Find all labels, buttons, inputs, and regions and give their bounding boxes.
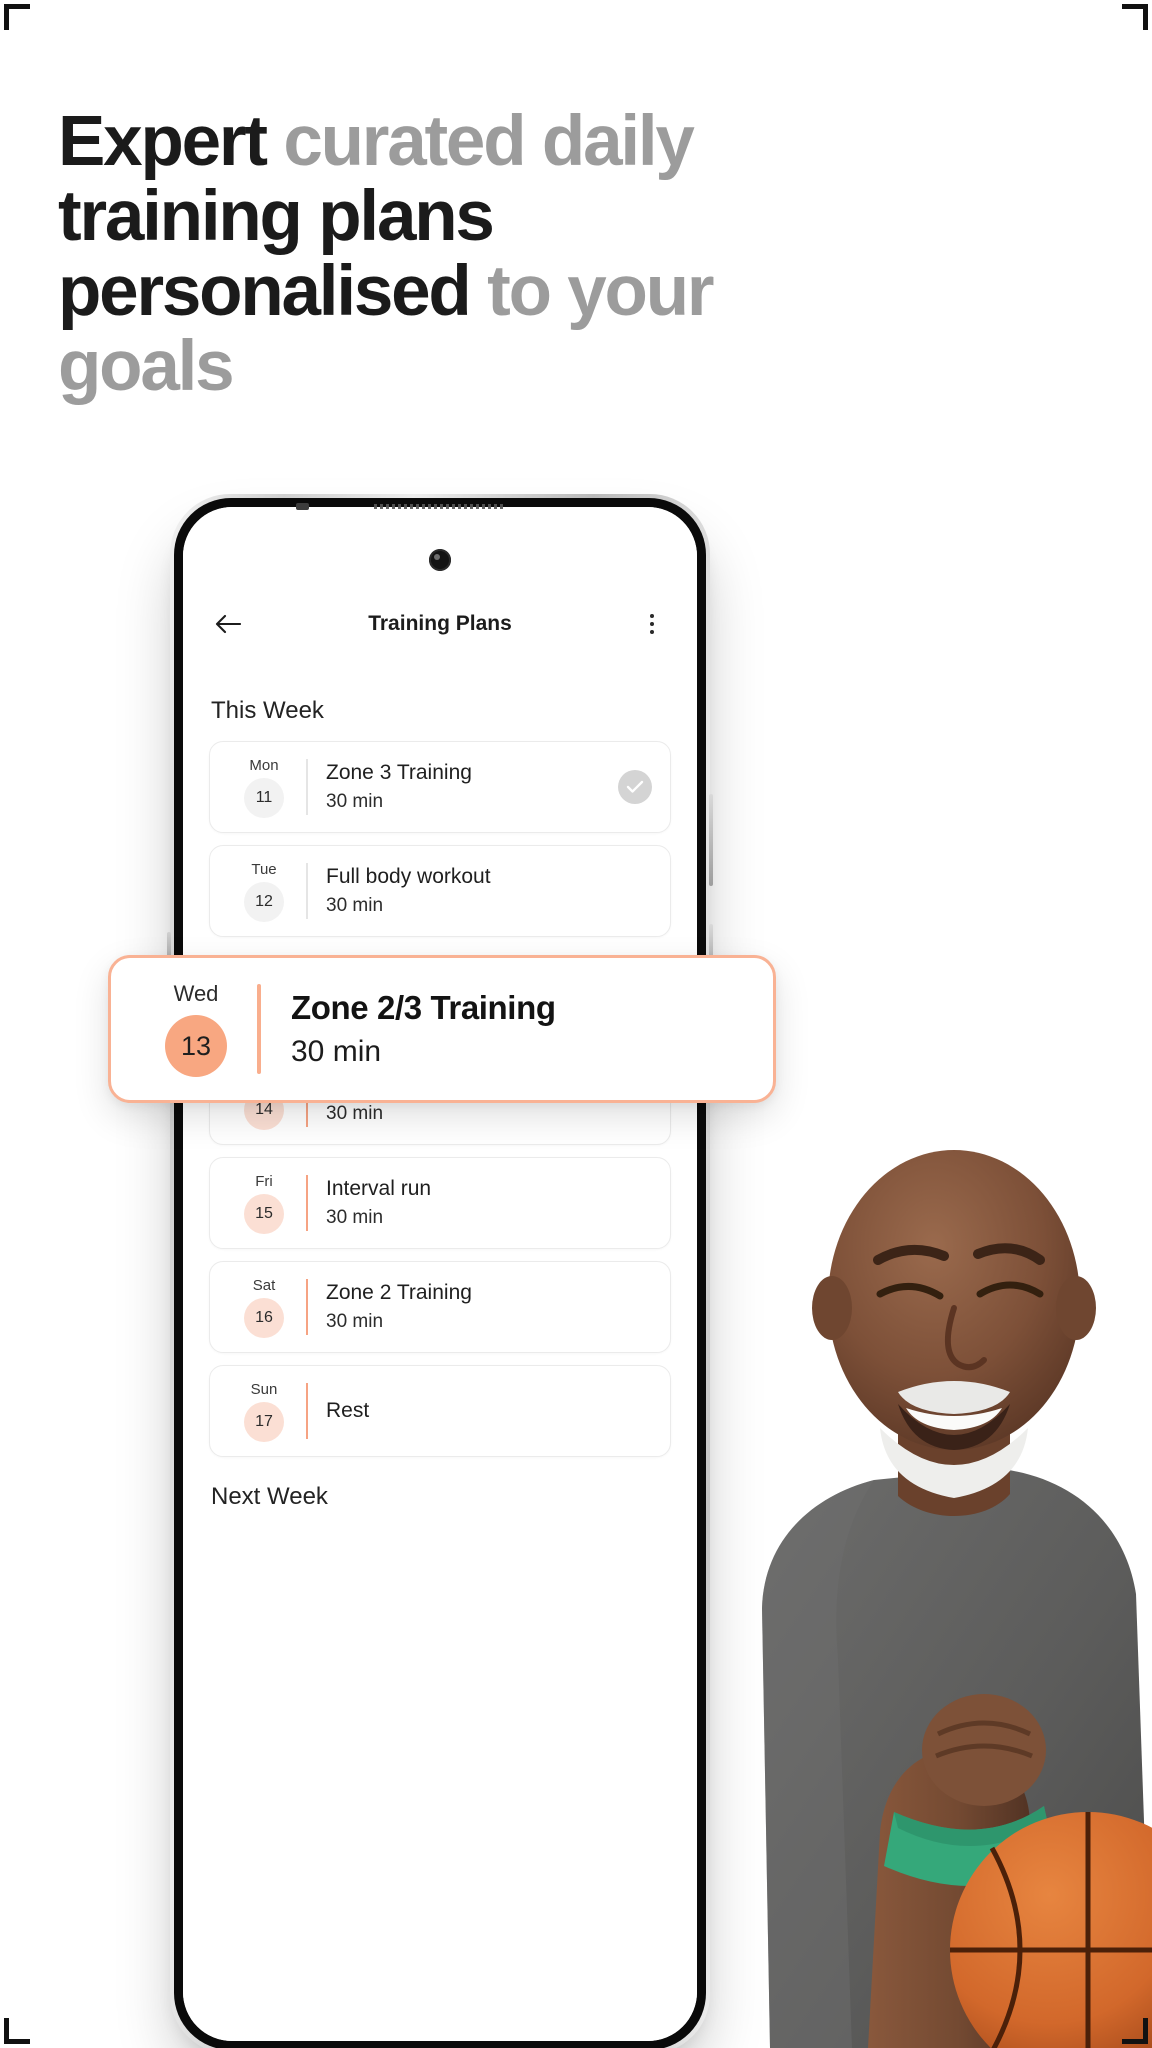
phone-bezel: Training Plans This Week Mon 11 Zone 3 T… [174, 498, 706, 2048]
day-column: Sat 16 [228, 1277, 300, 1338]
headline-part-4: personalised [58, 252, 488, 331]
card-body: Zone 3 Training 30 min [326, 761, 618, 813]
day-number: 16 [244, 1297, 284, 1338]
training-card-sun[interactable]: Sun 17 Rest [209, 1365, 671, 1457]
card-divider [306, 1175, 308, 1231]
app-header: Training Plans [183, 595, 697, 653]
highlight-workout-title: Zone 2/3 Training [291, 989, 556, 1026]
front-camera-icon [429, 549, 451, 571]
training-card-sat[interactable]: Sat 16 Zone 2 Training 30 min [209, 1261, 671, 1353]
day-number: 15 [244, 1193, 284, 1234]
day-column: Sun 17 [228, 1381, 300, 1442]
day-name: Mon [249, 756, 279, 774]
kebab-dot [650, 614, 654, 618]
back-button[interactable] [211, 607, 245, 641]
workout-duration: 30 min [326, 1311, 384, 1332]
workout-title: Zone 2 Training [326, 1281, 472, 1304]
day-number: 11 [244, 777, 284, 818]
card-divider [306, 759, 308, 815]
card-body: Interval run 30 min [326, 1177, 652, 1229]
phone-screen: Training Plans This Week Mon 11 Zone 3 T… [183, 507, 697, 2041]
card-divider [306, 1279, 308, 1335]
card-body: Full body workout 30 min [326, 865, 652, 917]
volume-button[interactable] [709, 794, 713, 886]
card-body: Rest [326, 1399, 652, 1423]
highlight-day-name: Wed [173, 981, 219, 1006]
phone-mockup: Training Plans This Week Mon 11 Zone 3 T… [167, 494, 713, 2048]
headline-part-1: Expert [58, 102, 284, 181]
workout-duration: 30 min [326, 1207, 384, 1228]
kebab-dot [650, 630, 654, 634]
training-card-fri[interactable]: Fri 15 Interval run 30 min [209, 1157, 671, 1249]
day-column: Tue 12 [228, 861, 300, 922]
workout-title: Interval run [326, 1177, 432, 1200]
training-card-tue[interactable]: Tue 12 Full body workout 30 min [209, 845, 671, 937]
promo-screenshot: Expert curated daily training plans pers… [0, 0, 1152, 2048]
workout-duration: 30 min [326, 791, 384, 812]
promo-headline: Expert curated daily training plans pers… [58, 104, 758, 404]
crop-mark-top-right [1122, 4, 1148, 30]
highlight-day-number: 13 [165, 1015, 227, 1077]
completed-check-button[interactable] [618, 770, 652, 804]
day-column: Mon 11 [228, 757, 300, 818]
workout-duration: 30 min [326, 1103, 384, 1124]
check-icon [626, 780, 644, 793]
crop-mark-bottom-left [4, 2018, 30, 2044]
day-name: Sat [252, 1276, 276, 1294]
day-name: Tue [251, 860, 277, 878]
mic-notch-icon [296, 503, 309, 510]
highlight-day-column: Wed 13 [141, 981, 251, 1077]
workout-title: Zone 3 Training [326, 761, 472, 784]
section-heading-this-week: This Week [211, 697, 324, 724]
workout-duration: 30 min [326, 895, 384, 916]
training-plans-app: Training Plans This Week Mon 11 Zone 3 T… [183, 507, 697, 2041]
headline-part-3: training plans [58, 177, 495, 256]
arrow-left-icon [215, 614, 241, 634]
crop-mark-bottom-right [1122, 2018, 1148, 2044]
section-heading-next-week: Next Week [211, 1483, 328, 1510]
highlight-workout-duration: 30 min [291, 1035, 382, 1068]
phone-metal-frame: Training Plans This Week Mon 11 Zone 3 T… [167, 494, 713, 2048]
card-body: Zone 2 Training 30 min [326, 1281, 652, 1333]
card-divider [306, 1383, 308, 1439]
crop-mark-top-left [4, 4, 30, 30]
workout-title: Full body workout [326, 865, 491, 888]
headline-part-6: goals [58, 327, 235, 406]
highlight-body: Zone 2/3 Training 30 min [291, 989, 556, 1069]
card-divider [306, 863, 308, 919]
day-column: Fri 15 [228, 1173, 300, 1234]
overflow-menu-button[interactable] [635, 607, 669, 641]
page-title: Training Plans [368, 612, 512, 635]
earpiece-grille-icon [374, 504, 506, 509]
headline-part-2: curated daily [283, 102, 695, 181]
day-number: 17 [244, 1401, 284, 1442]
training-card-mon[interactable]: Mon 11 Zone 3 Training 30 min [209, 741, 671, 833]
workout-title: Rest [326, 1399, 370, 1422]
kebab-dot [650, 622, 654, 626]
headline-part-5: to your [487, 252, 714, 331]
day-name: Sun [250, 1380, 278, 1398]
day-number: 12 [244, 881, 284, 922]
highlighted-training-card-wed[interactable]: Wed 13 Zone 2/3 Training 30 min [108, 955, 776, 1103]
day-name: Fri [255, 1172, 273, 1190]
highlight-divider [257, 984, 261, 1074]
